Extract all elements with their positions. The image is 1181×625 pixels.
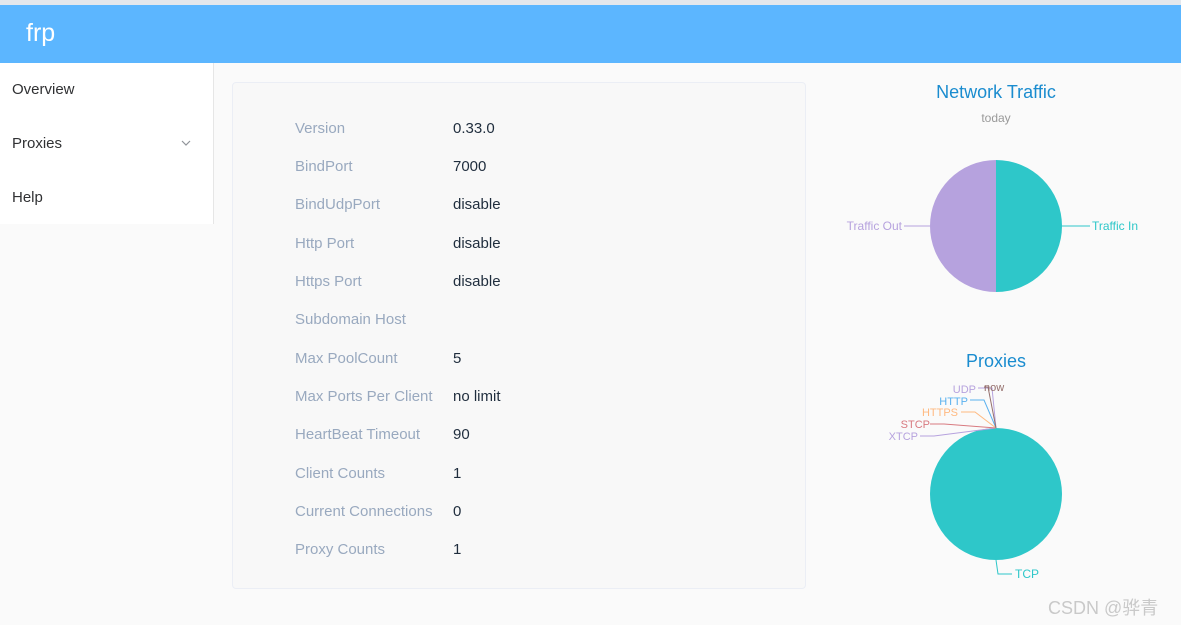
watermark: CSDN @骅青 [1048, 598, 1159, 618]
pie-slice-tcp[interactable] [930, 428, 1062, 560]
sidebar-item-help[interactable]: Help [0, 171, 213, 224]
info-label: HeartBeat Timeout [295, 426, 421, 443]
pie-label-udp: UDP [953, 384, 976, 396]
info-label: Client Counts [295, 465, 386, 482]
info-value: 5 [453, 350, 462, 367]
pie-label-traffic-out: Traffic Out [847, 219, 903, 233]
app-logo[interactable]: frp [26, 18, 55, 48]
info-value: 0.33.0 [453, 120, 495, 137]
info-value: no limit [453, 388, 501, 405]
pie-slice-traffic-in[interactable] [996, 160, 1062, 292]
info-label: Max PoolCount [295, 350, 398, 367]
network-traffic-pie-chart: Traffic In Traffic Out [847, 160, 1138, 292]
info-label: Version [295, 120, 346, 137]
info-label: Subdomain Host [295, 311, 406, 328]
info-row: BindUdpPort disable [295, 193, 775, 217]
info-label: BindUdpPort [295, 196, 381, 213]
pie-label-traffic-in: Traffic In [1092, 219, 1138, 233]
pie-label-stcp: STCP [901, 419, 930, 431]
app-header: frp [0, 5, 1181, 63]
info-value: 90 [453, 426, 470, 443]
chart-title-proxies: Proxies [965, 351, 1027, 371]
sidebar-item-label: Overview [12, 81, 75, 98]
label-line [930, 423, 997, 429]
info-label: Http Port [295, 235, 355, 252]
pie-label-http: HTTP [939, 396, 968, 408]
info-value: disable [453, 196, 501, 213]
chevron-down-icon [181, 140, 191, 146]
pie-label-now: now [984, 382, 1004, 394]
info-row: BindPort 7000 [295, 155, 775, 179]
info-row: Max PoolCount 5 [295, 347, 775, 371]
info-row: Proxy Counts 1 [295, 538, 775, 562]
sidebar: Overview Proxies Help [0, 63, 214, 224]
info-row: Http Port disable [295, 232, 775, 256]
sidebar-item-label: Proxies [12, 135, 63, 152]
sidebar-item-overview[interactable]: Overview [0, 63, 213, 116]
info-value: 1 [453, 465, 462, 482]
chart-subtitle-today: today [981, 111, 1011, 125]
pie-label-tcp: TCP [1015, 567, 1039, 581]
info-row: Max Ports Per Client no limit [295, 385, 775, 409]
pie-label-https: HTTPS [922, 407, 958, 419]
sidebar-item-proxies[interactable]: Proxies [0, 117, 213, 170]
info-row: Client Counts 1 [295, 462, 775, 486]
info-row: HeartBeat Timeout 90 [295, 423, 775, 447]
info-value: 0 [453, 503, 462, 520]
info-label: Max Ports Per Client [295, 388, 433, 405]
server-info-card: Version 0.33.0 BindPort 7000 BindUdpPort disa… [232, 82, 806, 589]
info-row: Current Connections 0 [295, 500, 775, 524]
proxies-pie-chart: TCP XTCPSTCPHTTPSHTTPUDP now [889, 382, 1062, 581]
info-row: Subdomain Host [295, 308, 775, 332]
info-label: Https Port [295, 273, 362, 290]
info-value: disable [453, 273, 501, 290]
info-row: Version 0.33.0 [295, 117, 775, 141]
label-line [970, 399, 997, 429]
info-value: 7000 [453, 158, 487, 175]
sidebar-item-label: Help [12, 189, 43, 206]
info-value: disable [453, 235, 501, 252]
info-label: Proxy Counts [295, 541, 386, 558]
info-label: BindPort [295, 158, 353, 175]
pie-slice-traffic-out[interactable] [930, 160, 996, 292]
info-label: Current Connections [295, 503, 433, 520]
label-line [995, 559, 1012, 575]
pie-label-xtcp: XTCP [889, 431, 918, 443]
chart-title-network-traffic: Network Traffic [936, 82, 1056, 102]
info-row: Https Port disable [295, 270, 775, 294]
info-value: 1 [453, 541, 462, 558]
